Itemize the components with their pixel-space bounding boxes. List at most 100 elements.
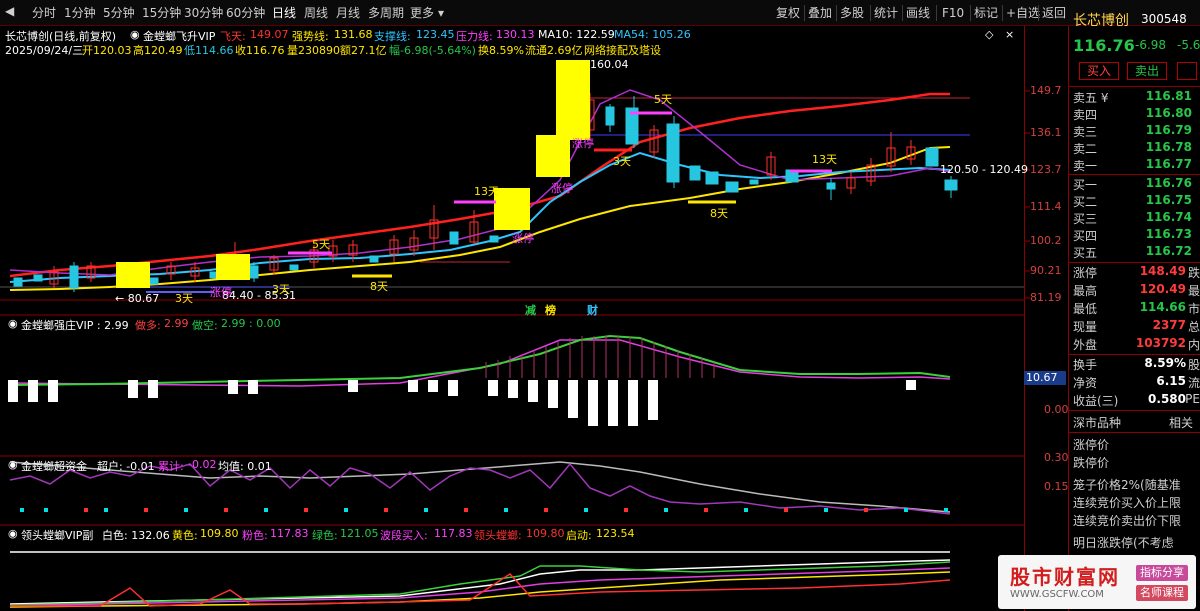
divider bbox=[1069, 410, 1200, 411]
buy-button[interactable]: 买入 bbox=[1079, 62, 1119, 80]
multi-stock-button[interactable]: 多股 bbox=[840, 4, 864, 22]
sub2-total-label: 累计: bbox=[158, 460, 184, 473]
price-axis-label: 100.2 bbox=[1030, 234, 1062, 247]
bid-row-5: 买五 116.72 bbox=[1073, 244, 1192, 260]
sub1-name: 金螳螂强庄VIP : 2.99 bbox=[21, 319, 129, 332]
ohlc-high: 高120.49 bbox=[133, 44, 183, 57]
sub1-long-label: 做多: bbox=[135, 319, 161, 332]
sub2-average: 均值: 0.01 bbox=[218, 460, 272, 473]
event-mark-list[interactable]: 榜 bbox=[545, 302, 556, 318]
sub3-white: 白色: 132.06 bbox=[102, 529, 170, 542]
tab-monthly[interactable]: 月线 bbox=[336, 4, 360, 22]
watermark-logo: 股市财富网 WWW.GSCFW.COM 指标分享 名师课程 bbox=[998, 555, 1196, 609]
sub3-wave-label: 波段买入: bbox=[380, 529, 428, 542]
mark-button[interactable]: 标记 bbox=[974, 4, 998, 22]
tab-related[interactable]: 相关 bbox=[1169, 414, 1193, 431]
sub3-yellow-label: 黄色: bbox=[172, 529, 198, 542]
annotation-days: 3天 bbox=[175, 292, 193, 305]
ohlc-close: 收116.76 bbox=[235, 44, 285, 57]
annotation-days: 5天 bbox=[312, 238, 330, 251]
pressure-value: 130.13 bbox=[496, 28, 535, 41]
f10-button[interactable]: F10 bbox=[942, 4, 964, 22]
event-mark-finance[interactable]: 财 bbox=[587, 302, 598, 318]
sub3-pink-value: 117.83 bbox=[270, 527, 309, 540]
annotation-days: 8天 bbox=[710, 207, 728, 220]
adjust-button[interactable]: 复权 bbox=[776, 4, 800, 22]
return-button[interactable]: 返回 bbox=[1042, 4, 1066, 22]
info-row: 笼子价格2%(随基准 bbox=[1073, 478, 1181, 492]
draw-line-button[interactable]: 画线 bbox=[906, 4, 930, 22]
info-row: 连续竞价买入价上限 bbox=[1073, 496, 1182, 510]
sub3-yellow-value: 109.80 bbox=[200, 527, 239, 540]
ohlc-amplitude: 幅-6.98(-5.64%) bbox=[389, 44, 476, 57]
indicator-circle-icon[interactable]: ◉ bbox=[130, 28, 140, 41]
sub3-lead-value: 109.80 bbox=[526, 527, 565, 540]
sub1-axis-high: 10.67 bbox=[1024, 371, 1066, 385]
event-mark-reduce[interactable]: 减 bbox=[525, 302, 536, 318]
tab-multi-period[interactable]: 多周期 bbox=[368, 4, 404, 22]
price-axis-label: 149.7 bbox=[1030, 84, 1062, 97]
fly-day-value: 149.07 bbox=[250, 28, 289, 41]
bid-row-4: 买四 116.73 bbox=[1073, 227, 1192, 243]
annotation-days: 5天 bbox=[654, 93, 672, 106]
divider bbox=[1038, 5, 1039, 21]
ask-row-1: 卖一 116.77 bbox=[1073, 157, 1192, 173]
stat-row: 最低 114.66 市 bbox=[1073, 300, 1200, 316]
divider bbox=[1002, 5, 1003, 21]
sub2-circle-icon[interactable]: ◉ bbox=[8, 458, 18, 471]
tab-1min[interactable]: 1分钟 bbox=[64, 4, 96, 22]
close-icon[interactable]: × bbox=[1005, 28, 1014, 41]
collapse-icon[interactable]: ◇ bbox=[985, 28, 993, 41]
bid-row-2: 买二 116.75 bbox=[1073, 193, 1192, 209]
tab-more[interactable]: 更多 bbox=[410, 4, 434, 22]
back-arrow-icon[interactable]: ◀ bbox=[5, 4, 14, 18]
sub2-axis-label: 0.30 bbox=[1044, 451, 1069, 464]
tab-60min[interactable]: 60分钟 bbox=[226, 4, 265, 22]
ohlc-volume: 量230890 bbox=[287, 44, 340, 57]
divider bbox=[1069, 86, 1200, 87]
ask-row-4: 卖四 116.80 bbox=[1073, 106, 1192, 122]
ask-row-3: 卖三 116.79 bbox=[1073, 123, 1192, 139]
stat-row: 最高 120.49 最 bbox=[1073, 282, 1200, 298]
statistics-button[interactable]: 统计 bbox=[874, 4, 898, 22]
sub3-green-value: 121.05 bbox=[340, 527, 379, 540]
annotation-days: 3天 bbox=[613, 155, 631, 168]
watermark-tag: 名师课程 bbox=[1136, 585, 1188, 601]
tab-market-category[interactable]: 深市品种 bbox=[1073, 414, 1121, 431]
sub1-circle-icon[interactable]: ◉ bbox=[8, 317, 18, 330]
info-row: 跌停价 bbox=[1073, 456, 1110, 470]
annotation-limit-up: 涨停 bbox=[512, 232, 534, 245]
ohlc-date: 2025/09/24/三 bbox=[5, 44, 84, 57]
ohlc-low: 低114.66 bbox=[184, 44, 234, 57]
more-dropdown-icon[interactable]: ▾ bbox=[438, 4, 444, 22]
bid-row-1: 买一 116.76 bbox=[1073, 176, 1192, 192]
sub1-short-label: 做空: bbox=[192, 319, 218, 332]
sub3-wave-value: 117.83 bbox=[434, 527, 473, 540]
overlay-button[interactable]: 叠加 bbox=[808, 4, 832, 22]
annotation-days: 8天 bbox=[370, 280, 388, 293]
price-axis-label: 136.1 bbox=[1030, 126, 1062, 139]
add-watchlist-button[interactable]: +自选 bbox=[1006, 4, 1040, 22]
stat-row: 涨停 148.49 跌 bbox=[1073, 264, 1200, 280]
stat-row: 收益(三) 0.580 PE bbox=[1073, 392, 1200, 408]
sub3-circle-icon[interactable]: ◉ bbox=[8, 527, 18, 540]
tab-5min[interactable]: 5分钟 bbox=[103, 4, 135, 22]
price-axis-label: 90.21 bbox=[1030, 264, 1062, 277]
tab-minute[interactable]: 分时 bbox=[32, 4, 56, 22]
tab-weekly[interactable]: 周线 bbox=[304, 4, 328, 22]
tab-30min[interactable]: 30分钟 bbox=[184, 4, 223, 22]
sub1-bars bbox=[8, 334, 951, 426]
tab-15min[interactable]: 15分钟 bbox=[142, 4, 181, 22]
ohlc-float: 流通2.69亿 bbox=[525, 44, 583, 57]
sub1-short-value: 2.99 : 0.00 bbox=[221, 317, 281, 330]
top-toolbar: ◀ 分时 1分钟 5分钟 15分钟 30分钟 60分钟 日线 周线 月线 多周期… bbox=[0, 0, 1200, 26]
annotation-days: 13天 bbox=[812, 153, 837, 166]
tab-daily[interactable]: 日线 bbox=[272, 4, 296, 22]
price-axis-label: 81.19 bbox=[1030, 291, 1062, 304]
current-price: 116.76 bbox=[1073, 36, 1135, 55]
price-axis-label: 111.4 bbox=[1030, 200, 1062, 213]
annotation-limit-up: 涨停 bbox=[210, 286, 232, 299]
sell-button[interactable]: 卖出 bbox=[1127, 62, 1167, 80]
stock-code: 300548 bbox=[1141, 12, 1187, 26]
more-button[interactable] bbox=[1177, 62, 1197, 80]
